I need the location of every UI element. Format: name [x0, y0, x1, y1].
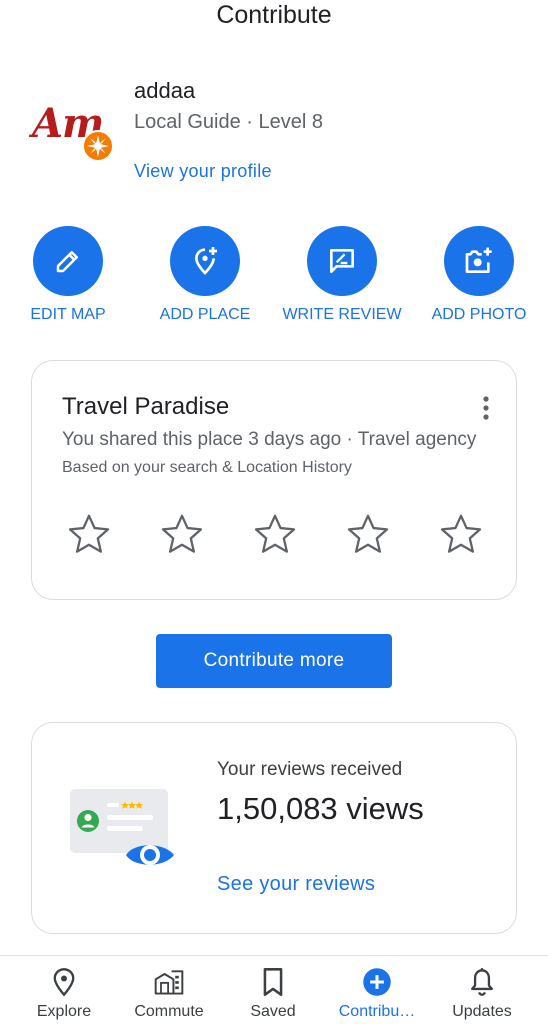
nav-commute-label: Commute [134, 1003, 204, 1020]
avatar[interactable]: Am [30, 100, 115, 162]
write-review-button[interactable]: WRITE REVIEW [277, 226, 407, 324]
edit-map-button[interactable]: EDIT MAP [3, 226, 133, 324]
nav-updates-label: Updates [452, 1003, 512, 1020]
place-note: Based on your search & Location History [62, 459, 352, 476]
reviews-received-label: Your reviews received [217, 759, 403, 780]
contribute-more-button[interactable]: Contribute more [156, 634, 392, 688]
local-guide-badge-icon [82, 130, 114, 162]
review-views-illustration-icon [70, 789, 178, 875]
nav-contribute-label: Contribu… [338, 1003, 416, 1020]
nav-updates[interactable]: Updates [427, 966, 537, 1021]
bookmark-icon [257, 966, 289, 998]
page-title: Contribute [216, 1, 332, 29]
pencil-icon [33, 226, 103, 296]
place-subtitle: You shared this place 3 days ago · Trave… [62, 429, 477, 450]
write-review-icon [307, 226, 377, 296]
star-2-icon[interactable] [159, 511, 205, 557]
add-place-icon [170, 226, 240, 296]
bottom-navigation: Explore Commute Saved Contribu… Updates [0, 955, 548, 1024]
review-views-count: 1,50,083 views [217, 791, 424, 826]
star-1-icon[interactable] [66, 511, 112, 557]
location-pin-icon [48, 966, 80, 998]
add-photo-button[interactable]: ADD PHOTO [414, 226, 544, 324]
nav-saved[interactable]: Saved [218, 966, 328, 1021]
edit-map-label: EDIT MAP [30, 306, 106, 323]
nav-explore[interactable]: Explore [9, 966, 119, 1021]
quick-actions: EDIT MAP ADD PLACE WRITE REVIEW ADD PHOT… [0, 226, 548, 326]
more-options-icon[interactable] [480, 395, 492, 423]
see-reviews-link[interactable]: See your reviews [217, 873, 375, 896]
add-place-button[interactable]: ADD PLACE [140, 226, 270, 324]
star-5-icon[interactable] [438, 511, 484, 557]
star-3-icon[interactable] [252, 511, 298, 557]
nav-contribute[interactable]: Contribu… [322, 966, 432, 1021]
place-rating-card: Travel Paradise You shared this place 3 … [31, 360, 517, 600]
commute-icon [153, 966, 185, 998]
profile-name: addaa [134, 78, 196, 103]
nav-explore-label: Explore [36, 1003, 92, 1020]
add-place-label: ADD PLACE [159, 306, 251, 323]
write-review-label: WRITE REVIEW [282, 306, 402, 323]
star-rating [66, 511, 486, 559]
nav-commute[interactable]: Commute [114, 966, 224, 1021]
view-profile-link[interactable]: View your profile [134, 161, 272, 182]
nav-saved-label: Saved [250, 1003, 296, 1020]
add-photo-label: ADD PHOTO [431, 306, 527, 323]
add-circle-icon [361, 966, 393, 998]
star-4-icon[interactable] [345, 511, 391, 557]
place-name: Travel Paradise [62, 393, 230, 420]
bell-icon [466, 966, 498, 998]
add-photo-icon [444, 226, 514, 296]
profile-section: Am addaa Local Guide · Level 8 View your… [0, 70, 548, 190]
reviews-stats-card: Your reviews received 1,50,083 views See… [31, 722, 517, 934]
profile-level: Local Guide · Level 8 [134, 111, 324, 133]
